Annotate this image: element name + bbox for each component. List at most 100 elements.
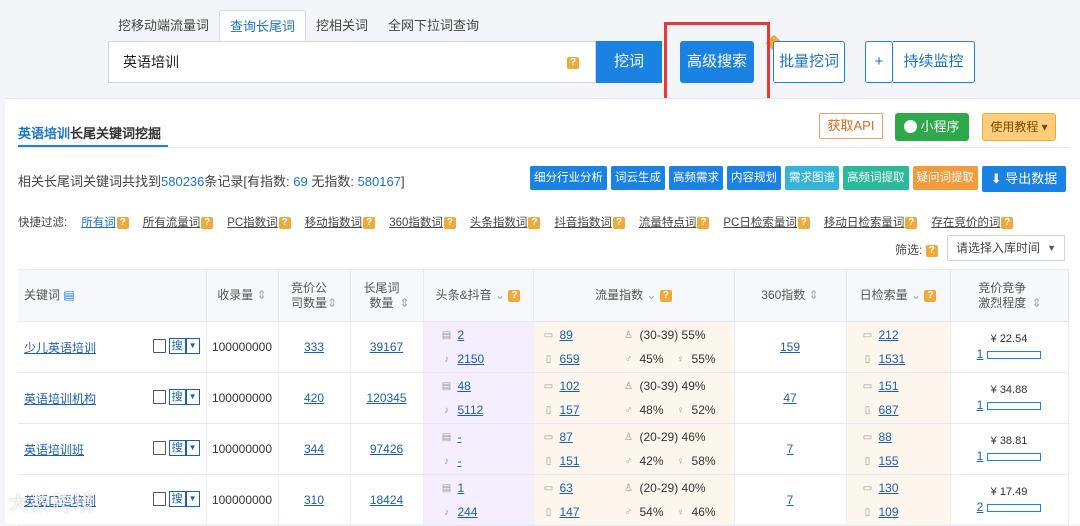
mobile-traffic-link[interactable]: 659 [560, 352, 580, 366]
filter-item[interactable]: 所有流量词? [143, 214, 214, 230]
chevron-down-icon[interactable]: ▼ [185, 491, 200, 507]
pc-traffic-link[interactable]: 102 [560, 379, 580, 393]
tool-button[interactable]: 词云生成 [611, 166, 665, 190]
tab-related[interactable]: 挖相关词 [306, 10, 378, 42]
tool-button[interactable]: 疑问词提取 [912, 166, 978, 190]
daily-pc-link[interactable]: 212 [879, 328, 899, 342]
daily-mobile-link[interactable]: 1531 [879, 352, 906, 366]
daily-pc-link[interactable]: 130 [879, 481, 899, 495]
douyin-link[interactable]: 5112 [458, 403, 484, 417]
daily-mobile-link[interactable]: 109 [879, 505, 899, 519]
help-icon[interactable]: ? [567, 57, 579, 69]
col-shoulu[interactable]: 收录量 ⇕ [206, 269, 279, 322]
date-select[interactable]: 请选择入库时间 ▼ [947, 235, 1065, 261]
tool-button[interactable]: 需求图谱 [785, 166, 839, 190]
filter-item[interactable]: 移动指数词? [305, 214, 376, 230]
tab-longtail[interactable]: 查询长尾词 [219, 10, 307, 42]
miniapp-button[interactable]: 小程序 [895, 113, 969, 141]
col-toutiao-douyin[interactable]: 头条&抖音 ⌄ ? [423, 269, 534, 322]
dig-button[interactable]: 挖词 [596, 41, 662, 83]
tutorial-dropdown[interactable]: 使用教程 ▾ [982, 113, 1056, 141]
level-link[interactable]: 1 [977, 398, 984, 412]
tool-button[interactable]: 高频词提取 [843, 166, 909, 190]
daily-pc-link[interactable]: 88 [879, 430, 892, 444]
export-button[interactable]: ⬇ 导出数据 [982, 166, 1066, 192]
copy-icon[interactable] [152, 492, 166, 506]
changwei-link[interactable]: 18424 [370, 493, 403, 507]
help-icon[interactable]: ? [116, 216, 129, 229]
help-icon[interactable]: ? [528, 216, 541, 229]
douyin-link[interactable]: - [458, 454, 462, 468]
col-keyword[interactable]: 关键词 ▤ [18, 269, 207, 322]
help-icon[interactable]: ? [612, 216, 625, 229]
tool-button[interactable]: 内容规划 [727, 166, 781, 190]
keyword-link[interactable]: 英语培训机构 [24, 392, 96, 406]
filter-item[interactable]: 移动日检索量词? [824, 214, 918, 230]
i360-link[interactable]: 47 [783, 391, 796, 405]
toutiao-link[interactable]: 48 [458, 379, 471, 393]
filter-item[interactable]: 存在竞价的词? [931, 214, 1014, 230]
help-icon[interactable]: ? [905, 216, 918, 229]
col-360[interactable]: 360指数 ⇕ [734, 269, 847, 322]
help-icon[interactable]: ? [697, 216, 710, 229]
jingjia-link[interactable]: 333 [304, 340, 324, 354]
search-engine-button[interactable]: 搜 [168, 491, 186, 507]
changwei-link[interactable]: 120345 [366, 391, 406, 405]
keyword-link[interactable]: 少儿英语培训 [24, 341, 96, 355]
search-engine-button[interactable]: 搜 [168, 389, 186, 405]
jingjia-link[interactable]: 420 [304, 391, 324, 405]
chevron-down-icon[interactable]: ▼ [185, 389, 200, 405]
toutiao-link[interactable]: 2 [458, 328, 465, 342]
chevron-down-icon[interactable]: ▼ [185, 440, 200, 456]
filter-item[interactable]: 抖音指数词? [554, 214, 625, 230]
daily-pc-link[interactable]: 151 [879, 379, 899, 393]
filter-item[interactable]: 头条指数词? [470, 214, 541, 230]
help-icon[interactable]: ? [797, 216, 810, 229]
mobile-traffic-link[interactable]: 147 [560, 505, 580, 519]
pc-traffic-link[interactable]: 87 [560, 430, 573, 444]
keyword-link[interactable]: 英语培训班 [24, 443, 84, 457]
tab-mobile-traffic[interactable]: 挖移动端流量词 [108, 10, 219, 42]
daily-mobile-link[interactable]: 155 [879, 454, 899, 468]
help-icon[interactable]: ? [925, 244, 938, 257]
filter-item[interactable]: PC日检索量词? [723, 214, 810, 230]
pc-traffic-link[interactable]: 89 [560, 328, 573, 342]
filter-item[interactable]: 360指数词? [389, 214, 456, 230]
get-api-button[interactable]: 获取API [819, 113, 883, 139]
level-link[interactable]: 1 [977, 347, 984, 361]
i360-link[interactable]: 7 [787, 442, 794, 456]
batch-dig-button[interactable]: 批量挖词 [773, 41, 845, 83]
pc-traffic-link[interactable]: 63 [560, 481, 573, 495]
help-icon[interactable]: ? [443, 216, 456, 229]
filter-item[interactable]: PC指数词? [227, 214, 291, 230]
changwei-link[interactable]: 97426 [370, 442, 403, 456]
toutiao-link[interactable]: 1 [458, 481, 465, 495]
help-icon[interactable]: ? [201, 216, 214, 229]
level-link[interactable]: 1 [977, 449, 984, 463]
i360-link[interactable]: 159 [780, 340, 800, 354]
tool-button[interactable]: 细分行业分析 [530, 166, 607, 190]
level-link[interactable]: 2 [977, 500, 984, 514]
i360-link[interactable]: 7 [787, 493, 794, 507]
search-input[interactable]: 英语培训 ? [108, 41, 596, 83]
filter-item[interactable]: 流量特点词? [639, 214, 710, 230]
col-competition[interactable]: 竞价竞争激烈程度 ⇕ [950, 269, 1069, 322]
douyin-link[interactable]: 244 [458, 505, 478, 519]
chevron-down-icon[interactable]: ▼ [185, 338, 200, 354]
search-engine-button[interactable]: 搜 [168, 338, 186, 354]
douyin-link[interactable]: 2150 [458, 352, 485, 366]
add-monitor-button[interactable]: + [865, 41, 893, 83]
copy-icon[interactable]: ▤ [63, 288, 74, 302]
copy-icon[interactable] [152, 441, 166, 455]
col-daily[interactable]: 日检索量 ⌄ ? [846, 269, 951, 322]
help-icon[interactable]: ? [363, 216, 376, 229]
copy-icon[interactable] [152, 390, 166, 404]
changwei-link[interactable]: 39167 [370, 340, 403, 354]
filter-item[interactable]: 所有词? [81, 214, 129, 230]
monitor-button[interactable]: 持续监控 [893, 41, 975, 83]
help-icon[interactable]: ? [278, 216, 291, 229]
mobile-traffic-link[interactable]: 157 [560, 403, 580, 417]
jingjia-link[interactable]: 344 [304, 442, 324, 456]
help-icon[interactable]: ? [1001, 216, 1014, 229]
mobile-traffic-link[interactable]: 151 [560, 454, 580, 468]
